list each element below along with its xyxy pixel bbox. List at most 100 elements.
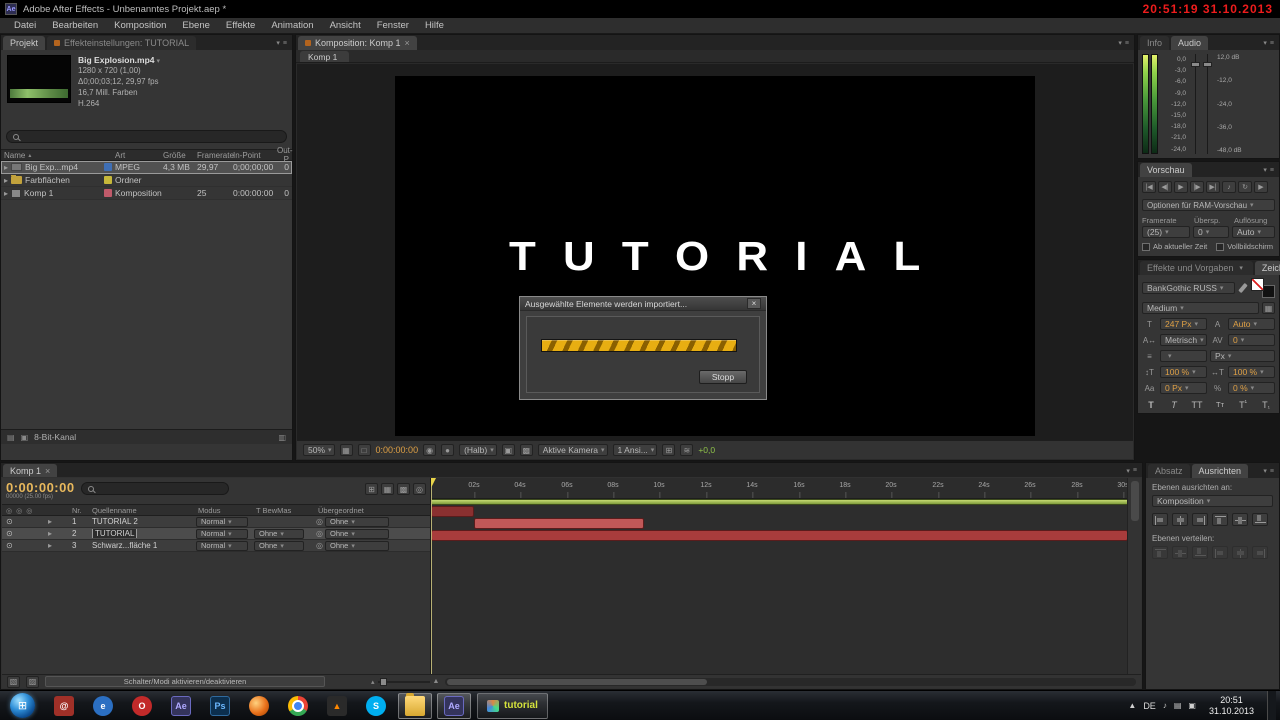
panel-menu-icon[interactable] [1126, 464, 1140, 477]
chrome-icon[interactable] [281, 693, 315, 719]
pickwhip-icon[interactable] [316, 517, 323, 526]
subscript-button[interactable]: T₁ [1259, 400, 1273, 410]
faux-italic-button[interactable]: T [1167, 400, 1181, 410]
explorer-icon[interactable] [398, 692, 432, 719]
timeline-vertical-scrollbar[interactable] [1127, 478, 1141, 674]
distribute-right-button[interactable] [1252, 546, 1268, 559]
composition-mini-flowchart-icon[interactable]: ⊞ [365, 483, 378, 495]
email-icon[interactable]: @ [47, 693, 81, 719]
opera-icon[interactable]: O [125, 693, 159, 719]
loop-button[interactable]: ↻ [1238, 181, 1252, 193]
twirl-icon[interactable] [48, 529, 60, 538]
viewer-timecode[interactable]: 0:00:00:00 [376, 445, 419, 455]
tab-komposition[interactable]: Komposition: Komp 1 [298, 36, 417, 50]
current-time-indicator[interactable] [431, 478, 436, 674]
action-center-icon[interactable]: ▣ [1188, 701, 1196, 710]
twirl-icon[interactable] [4, 188, 8, 198]
network-icon[interactable]: ▤ [1174, 701, 1182, 710]
last-frame-button[interactable]: ▶| [1206, 181, 1220, 193]
pickwhip-icon[interactable] [316, 541, 323, 550]
tutorial-window-button[interactable]: tutorial [477, 692, 548, 719]
footage-filename[interactable]: Big Explosion.mp4 [78, 55, 184, 66]
exposure-value[interactable]: +0,0 [698, 445, 715, 455]
align-right-button[interactable] [1192, 513, 1208, 526]
eye-icon[interactable] [6, 529, 13, 538]
column-in-point[interactable]: In-Point [233, 151, 277, 160]
menu-ansicht[interactable]: Ansicht [322, 20, 369, 31]
expand-transfer-icon[interactable]: ▧ [7, 675, 20, 688]
menu-bearbeiten[interactable]: Bearbeiten [44, 20, 106, 31]
parent-select[interactable]: Ohne [324, 528, 389, 539]
menu-animation[interactable]: Animation [263, 20, 321, 31]
distribute-bottom-button[interactable] [1192, 546, 1208, 559]
project-row-comp[interactable]: Komp 1 Komposition 25 0:00:00:00 0 [1, 187, 292, 200]
align-top-button[interactable] [1212, 513, 1228, 526]
menu-fenster[interactable]: Fenster [369, 20, 417, 31]
layer-row-1[interactable]: 1 TUTORIAL 2 Normal Ohne [2, 516, 430, 528]
label-color-swatch[interactable] [104, 163, 112, 171]
start-button[interactable] [10, 693, 35, 718]
project-search-input[interactable] [6, 130, 287, 143]
tracking-select[interactable]: 0 [1228, 334, 1275, 346]
close-icon[interactable] [405, 38, 410, 48]
timeline-zoom-slider[interactable]: ▴ ▲ [371, 677, 439, 686]
parent-select[interactable]: Ohne [324, 516, 389, 527]
timeline-track-area[interactable]: 02s 04s 06s 08s 10s 12s 14s 16s 18s 20s … [431, 478, 1141, 674]
tab-effekteinstellungen[interactable]: Effekteinstellungen: TUTORIAL [47, 36, 197, 50]
kerning-select[interactable]: Metrisch [1160, 334, 1207, 346]
timeline-column-headers[interactable]: Nr. Quellenname Modus T BewMas Übergeord… [2, 504, 430, 516]
layer-row-3[interactable]: 3 Schwarz...fläche 1 Normal Ohne Ohne [2, 540, 430, 552]
after-effects-icon[interactable]: Ae [164, 693, 198, 719]
show-channel-icon[interactable]: ● [441, 444, 455, 456]
motion-blur-icon[interactable]: ◎ [413, 483, 426, 495]
from-current-time-checkbox[interactable] [1142, 242, 1150, 251]
mask-visibility-icon[interactable]: □ [357, 444, 371, 456]
column-framerate[interactable]: Framerate [197, 151, 234, 160]
color-grid-icon[interactable]: ▦ [1262, 302, 1275, 314]
skip-select[interactable]: 0 [1193, 226, 1229, 238]
resolution-preview-select[interactable]: Auto [1232, 226, 1275, 238]
menu-datei[interactable]: Datei [6, 20, 44, 31]
after-effects-active-icon[interactable]: Ae [437, 692, 471, 719]
tab-zeichen[interactable]: Zeich [1254, 261, 1280, 275]
tsume-select[interactable]: 0 % [1228, 382, 1275, 394]
fullscreen-checkbox[interactable] [1216, 242, 1225, 251]
align-to-select[interactable]: Komposition [1152, 495, 1273, 507]
toggle-switches-modes-button[interactable]: Schalter/Modi aktivieren/deaktivieren [45, 676, 325, 687]
vertical-scale-select[interactable]: 100 % [1160, 366, 1207, 378]
color-depth-status[interactable]: 8-Bit-Kanal [34, 432, 76, 442]
stroke-unit-select[interactable]: Px [1210, 350, 1275, 362]
pickwhip-icon[interactable] [316, 529, 323, 538]
menu-effekte[interactable]: Effekte [218, 20, 263, 31]
transparency-grid-icon[interactable]: ▩ [519, 444, 533, 456]
distribute-vertical-button[interactable] [1172, 546, 1188, 559]
font-size-select[interactable]: 247 Px [1160, 318, 1207, 330]
play-button[interactable]: ▶ [1174, 181, 1188, 193]
menu-komposition[interactable]: Komposition [106, 20, 174, 31]
distribute-top-button[interactable] [1152, 546, 1168, 559]
ram-preview-button[interactable]: ▶ [1254, 181, 1268, 193]
parent-select[interactable]: Ohne [324, 540, 389, 551]
pixel-aspect-icon[interactable]: ⊞ [662, 444, 676, 456]
tray-clock[interactable]: 20:51 31.10.2013 [1203, 695, 1260, 717]
panel-menu-icon[interactable] [1118, 36, 1132, 50]
label-color-swatch[interactable] [104, 189, 112, 197]
current-timecode[interactable]: 0:00:00:00 [6, 481, 75, 494]
tab-absatz[interactable]: Absatz [1148, 464, 1190, 478]
faux-bold-button[interactable]: T [1144, 400, 1158, 410]
composition-viewer[interactable]: TUTORIAL Ausgewählte Elemente werden imp… [297, 64, 1133, 440]
safe-zones-icon[interactable]: ▦ [339, 444, 353, 456]
twirl-icon[interactable] [4, 162, 8, 172]
fill-stroke-swatches[interactable] [1251, 278, 1275, 298]
small-caps-button[interactable]: Tт [1213, 400, 1227, 410]
time-ruler[interactable]: 02s 04s 06s 08s 10s 12s 14s 16s 18s 20s … [431, 478, 1129, 499]
panel-menu-icon[interactable] [1263, 36, 1277, 50]
twirl-icon[interactable] [4, 175, 8, 185]
panel-menu-icon[interactable] [1263, 163, 1277, 177]
audio-level-sliders[interactable] [1189, 54, 1215, 154]
column-name[interactable]: Name [1, 151, 101, 160]
language-indicator[interactable]: DE [1143, 701, 1156, 711]
tab-ausrichten[interactable]: Ausrichten [1191, 464, 1249, 478]
tab-timeline-komp1[interactable]: Komp 1 [3, 464, 58, 477]
footage-thumbnail[interactable] [7, 55, 71, 103]
